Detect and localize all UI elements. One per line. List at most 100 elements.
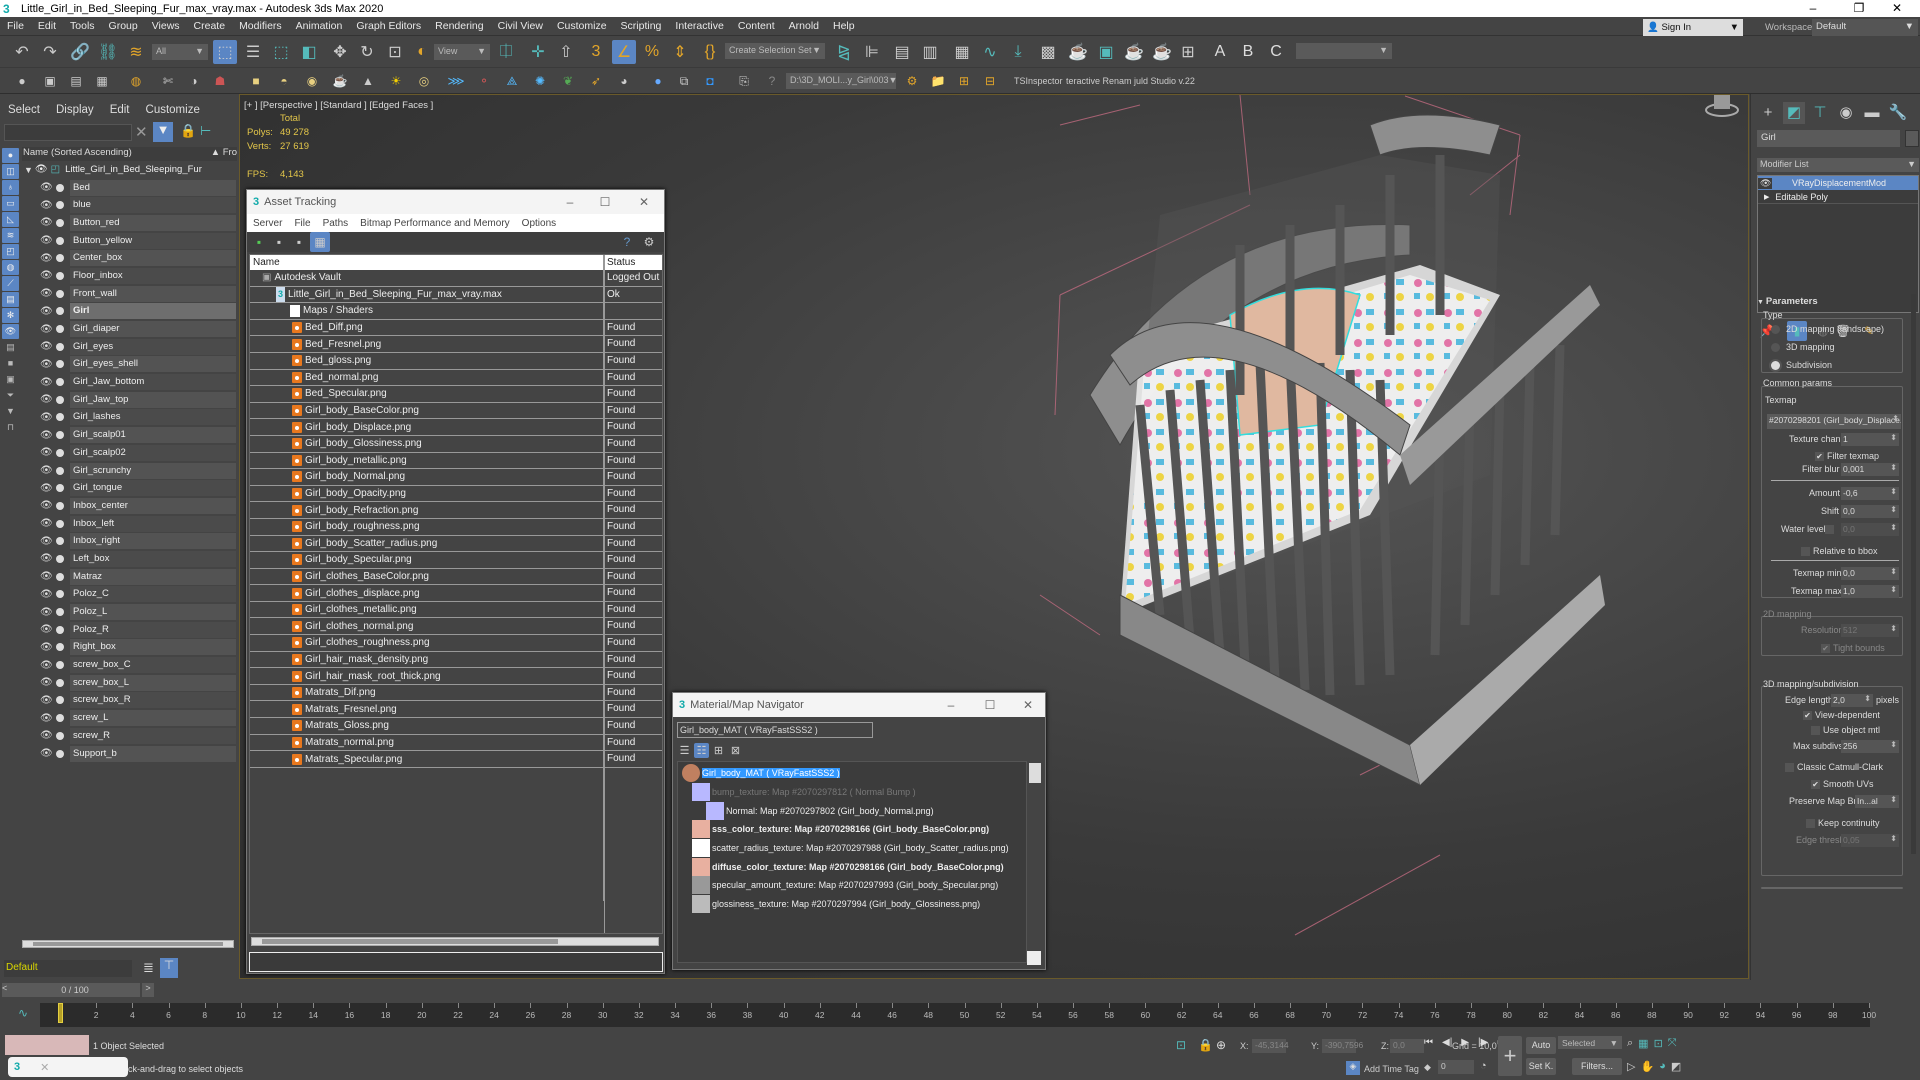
maxscript-listener[interactable] [5, 1035, 89, 1055]
horizontal-scrollbar[interactable] [251, 937, 659, 946]
script-b-icon[interactable]: B [1236, 40, 1260, 64]
scene-item-row[interactable]: 👁 Girl_lashes [22, 409, 236, 427]
material-tree-item[interactable]: diffuse_color_texture: Map #2070298166 (… [678, 857, 1026, 876]
undo-icon[interactable]: ↶ [10, 40, 34, 64]
shell-icon[interactable]: ◕ [614, 71, 634, 91]
xrefs-filter-icon[interactable]: ◍ [2, 260, 19, 275]
amount-spinner[interactable]: -0,6 [1841, 487, 1899, 500]
material-ball-icon[interactable]: ● [648, 71, 668, 91]
scene-item-row[interactable]: 👁 screw_box_C [22, 656, 236, 674]
ts-inspector-button[interactable]: TSInspector [1014, 76, 1063, 86]
freeze-toggle-icon[interactable] [56, 254, 64, 263]
filter-blur-spinner[interactable]: 0,001 [1841, 463, 1899, 476]
freeze-toggle-icon[interactable] [56, 537, 64, 546]
curve-editor-icon[interactable]: ∿ [978, 40, 1002, 64]
scene-search-input[interactable] [4, 124, 132, 141]
list-icons-view-icon[interactable]: ☷ [694, 743, 709, 758]
freeze-toggle-icon[interactable] [56, 466, 64, 475]
menu-graph-editors[interactable]: Graph Editors [349, 20, 428, 32]
move-icon[interactable]: ✥ [328, 40, 352, 64]
eye-icon[interactable]: 👁 [40, 607, 53, 618]
filter-settings-icon[interactable]: ⏷ [2, 388, 19, 403]
mirror-icon[interactable]: ⧎ [832, 40, 856, 64]
type-subdivision-radio[interactable]: Subdivision [1771, 360, 1832, 371]
scene-item-row[interactable]: 👁 Girl_eyes [22, 338, 236, 356]
rotate-icon[interactable]: ↻ [355, 40, 379, 64]
filter-funnel-icon[interactable]: ▼ [2, 404, 19, 419]
scene-item-row[interactable]: 👁 Support_b [22, 745, 236, 763]
eye-icon[interactable]: 👁 [40, 536, 53, 547]
select-object-icon[interactable]: ⬚ [213, 40, 237, 64]
name-column-header[interactable]: Name (Sorted Ascending) [23, 147, 132, 158]
view-dependent-checkbox[interactable]: ✔ View-dependent [1803, 710, 1880, 721]
zoom-icon[interactable]: ⌕ [1627, 1037, 1633, 1050]
se-menu-select[interactable]: Select [0, 104, 48, 116]
close-button[interactable]: ✕ [1013, 693, 1043, 717]
thumbnail-icon[interactable]: ▪ [289, 232, 309, 252]
asset-map-row[interactable]: Matrats_Specular.png Found [250, 751, 662, 768]
volume-icon[interactable]: ✺ [530, 71, 550, 91]
utilities-tab-icon[interactable]: 🔧 [1887, 102, 1909, 124]
scene-item-row[interactable]: 👁 screw_box_R [22, 692, 236, 710]
asset-map-row[interactable]: Girl_body_Scatter_radius.png Found [250, 535, 662, 553]
scene-item-row[interactable]: 👁 screw_box_L [22, 674, 236, 692]
edge-length-spinner[interactable]: 2,0 [1831, 694, 1873, 707]
dome-icon[interactable]: ◓ [274, 71, 294, 91]
isolate-selection-icon[interactable]: ⊡ [1176, 1038, 1186, 1052]
tight-bounds-checkbox[interactable]: ✔ Tight bounds [1821, 643, 1885, 654]
expand-icon[interactable]: ▶ [1758, 193, 1775, 201]
freeze-toggle-icon[interactable] [56, 519, 64, 528]
camera-icon[interactable]: ✄ [158, 71, 178, 91]
freeze-toggle-icon[interactable] [56, 678, 64, 687]
key-filters-button[interactable]: Filters... [1572, 1058, 1622, 1075]
freeze-toggle-icon[interactable] [56, 484, 64, 493]
asset-map-row[interactable]: Girl_body_Glossiness.png Found [250, 435, 662, 453]
spinner-snap-icon[interactable]: ⇕ [668, 40, 692, 64]
menu-content[interactable]: Content [731, 20, 782, 32]
menu-help[interactable]: Help [826, 20, 862, 32]
project-tree-icon[interactable]: ⊟ [980, 71, 1000, 91]
ies-light-icon[interactable]: ◎ [414, 71, 434, 91]
eye-icon[interactable]: 👁 [40, 553, 53, 564]
eye-icon[interactable]: 👁 [40, 235, 53, 246]
menu-create[interactable]: Create [187, 20, 233, 32]
se-menu-edit[interactable]: Edit [102, 104, 138, 116]
thumbnail-close-icon[interactable]: ✕ [40, 1061, 49, 1074]
freeze-toggle-icon[interactable] [56, 342, 64, 351]
horizontal-scrollbar[interactable] [22, 940, 234, 948]
scene-item-row[interactable]: 👁 Center_box [22, 249, 236, 267]
freeze-toggle-icon[interactable] [56, 554, 64, 563]
menu-arnold[interactable]: Arnold [782, 20, 826, 32]
eye-icon[interactable]: 👁 [40, 465, 53, 476]
helper-icon[interactable]: ◑ [184, 71, 204, 91]
curve-editor-mini-icon[interactable]: ∿ [18, 1006, 28, 1020]
freeze-toggle-icon[interactable] [56, 590, 64, 599]
menu-bitmap-performance[interactable]: Bitmap Performance and Memory [354, 218, 516, 229]
table-icon[interactable]: ▦ [92, 71, 112, 91]
particles-filter-icon[interactable]: ✻ [2, 308, 19, 323]
light-icon[interactable]: ◍ [126, 71, 146, 91]
asset-map-row[interactable]: Bed_Fresnel.png Found [250, 336, 662, 353]
stack-item-vraydisplacement[interactable]: 👁 VRayDisplacementMod [1758, 176, 1918, 190]
asset-map-row[interactable]: Bed_normal.png Found [250, 369, 662, 387]
asset-map-row[interactable]: Girl_body_Displace.png Found [250, 419, 662, 436]
eye-icon[interactable]: 👁 [40, 589, 53, 600]
eye-icon[interactable]: 👁 [40, 324, 53, 335]
scene-converter-icon[interactable]: ⧉ [674, 71, 694, 91]
key-filter-dropdown[interactable]: Selected ▼ [1558, 1036, 1622, 1049]
column-status[interactable]: Status [604, 255, 635, 270]
reference-coord-dropdown[interactable]: View ▼ [434, 44, 490, 60]
rendered-frame-window-icon[interactable]: ▣ [1094, 40, 1118, 64]
scene-item-row[interactable]: 👁 screw_R [22, 727, 236, 745]
eye-icon[interactable]: 👁 [40, 660, 53, 671]
scene-explorer-toggle-icon[interactable]: ▤ [890, 40, 914, 64]
eye-icon[interactable]: 👁 [40, 412, 53, 423]
expand-icon[interactable]: ▼ [24, 165, 33, 175]
freeze-toggle-icon[interactable] [56, 608, 64, 617]
keyboard-shortcut-toggle-icon[interactable]: ⇧ [554, 40, 578, 64]
project-settings-icon[interactable]: ⚙ [902, 71, 922, 91]
menu-civil-view[interactable]: Civil View [491, 20, 550, 32]
extra-toolbar-dropdown[interactable]: ▼ [1296, 43, 1392, 59]
containers-filter-icon[interactable]: ▤ [2, 292, 19, 307]
eye-icon[interactable]: 👁 [40, 483, 53, 494]
